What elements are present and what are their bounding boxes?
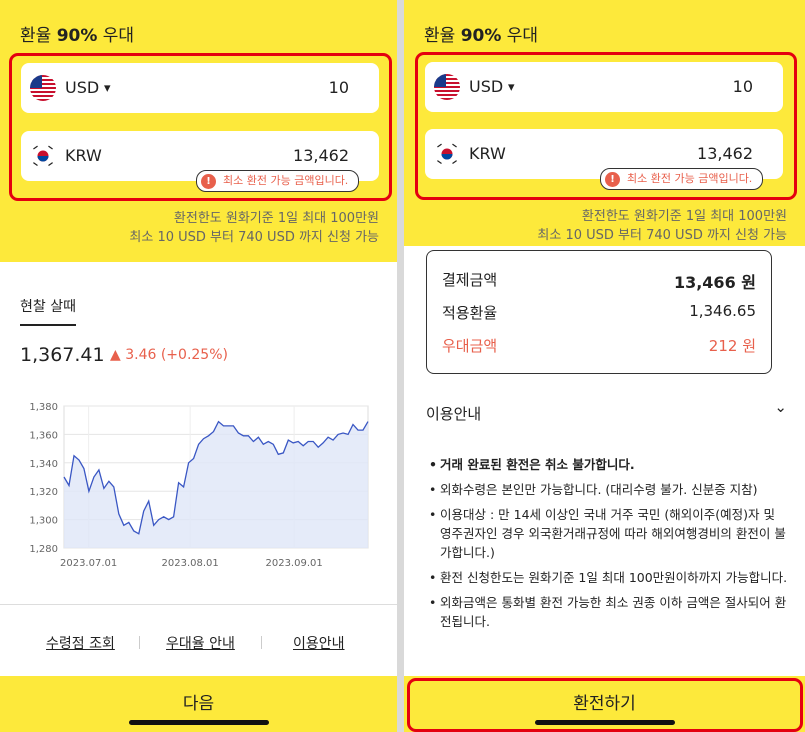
pay-amount-value: 13,466 원	[673, 273, 756, 292]
note-item: 이용대상 : 만 14세 이상인 국내 거주 국민 (해외이주(예정)자 및 영…	[426, 505, 788, 562]
footer-links: 수령점 조회 우대율 안내 이용안내	[0, 633, 397, 653]
home-indicator	[128, 720, 269, 725]
applied-rate-label: 적용환율	[442, 304, 498, 322]
headline-bold: 90%	[56, 26, 98, 46]
applied-rate-row: 적용환율 1,346.65	[442, 302, 756, 323]
home-indicator	[534, 720, 675, 725]
panel-divider	[397, 0, 404, 732]
left-screen: 환율 90% 우대 USD ▾ 10 KRW 13,462 ! 최소 환전 가능…	[0, 0, 397, 732]
y-tick-label: 1,360	[29, 430, 58, 441]
rate-change: ▲ 3.46 (+0.25%)	[110, 347, 228, 363]
pay-amount-row: 결제금액 13,466 원	[442, 269, 756, 292]
headline: 환율 90% 우대	[424, 21, 538, 46]
discount-row: 우대금액 212 원	[442, 335, 756, 356]
note-item: 외화수령은 본인만 가능합니다. (대리수령 불가. 신분증 지참)	[426, 480, 788, 499]
usage-notes: 거래 완료된 환전은 취소 불가합니다. 외화수령은 본인만 가능합니다. (대…	[426, 455, 788, 637]
exchange-rate-chart: 1,380 1,360 1,340 1,320 1,300 1,2802023.07.01…	[29, 402, 369, 569]
y-tick-label: 1,320	[29, 487, 58, 498]
limit-line-1: 환전한도 원화기준 1일 최대 100만원	[581, 209, 787, 224]
discount-value: 212 원	[708, 337, 756, 355]
headline-bold: 90%	[460, 26, 502, 46]
chevron-down-icon[interactable]: ⌄	[774, 398, 787, 416]
y-tick-label: 1,340	[29, 459, 58, 470]
note-item: 거래 완료된 환전은 취소 불가합니다.	[426, 455, 788, 474]
highlight-box	[415, 52, 797, 200]
pay-amount-label: 결제금액	[442, 271, 498, 289]
divider	[0, 604, 397, 605]
limit-line-2: 최소 10 USD 부터 740 USD 까지 신청 가능	[129, 230, 379, 245]
current-rate: 1,367.41	[20, 344, 105, 366]
tab-cash-buy[interactable]: 현찰 살때	[20, 296, 76, 326]
preferential-rate-link[interactable]: 우대율 안내	[166, 633, 235, 653]
limit-line-1: 환전한도 원화기준 1일 최대 100만원	[173, 211, 379, 226]
headline-suffix: 우대	[97, 26, 135, 46]
usage-guide-link[interactable]: 이용안내	[293, 633, 345, 653]
headline-suffix: 우대	[501, 26, 539, 46]
link-separator	[261, 636, 262, 649]
note-item: 외화금액은 통화별 환전 가능한 최소 권종 이하 금액은 절사되어 환전됩니다…	[426, 593, 788, 631]
y-tick-label: 1,280	[29, 544, 58, 555]
x-tick-label: 2023.08.01	[162, 558, 219, 569]
usage-guide-title[interactable]: 이용안내	[426, 403, 481, 424]
discount-label: 우대금액	[442, 337, 498, 355]
pickup-location-link[interactable]: 수령점 조회	[46, 633, 115, 653]
y-tick-label: 1,300	[29, 516, 58, 527]
x-tick-label: 2023.07.01	[60, 558, 117, 569]
right-screen: 환율 90% 우대 USD ▾ 10 KRW 13,462 ! 최소 환전 가능…	[404, 0, 805, 732]
applied-rate-value: 1,346.65	[689, 302, 756, 320]
headline-prefix: 환율	[424, 26, 461, 46]
y-tick-label: 1,380	[29, 402, 58, 413]
x-tick-label: 2023.09.01	[265, 558, 322, 569]
next-button-label: 다음	[182, 694, 215, 714]
note-item: 환전 신청한도는 원화기준 1일 최대 100만원이하까지 가능합니다.	[426, 568, 788, 587]
link-separator	[139, 636, 140, 649]
headline-prefix: 환율	[20, 26, 57, 46]
limit-line-2: 최소 10 USD 부터 740 USD 까지 신청 가능	[537, 228, 787, 243]
payment-summary-box: 결제금액 13,466 원 적용환율 1,346.65 우대금액 212 원	[426, 250, 772, 374]
highlight-box	[9, 53, 392, 201]
headline: 환율 90% 우대	[20, 21, 134, 46]
